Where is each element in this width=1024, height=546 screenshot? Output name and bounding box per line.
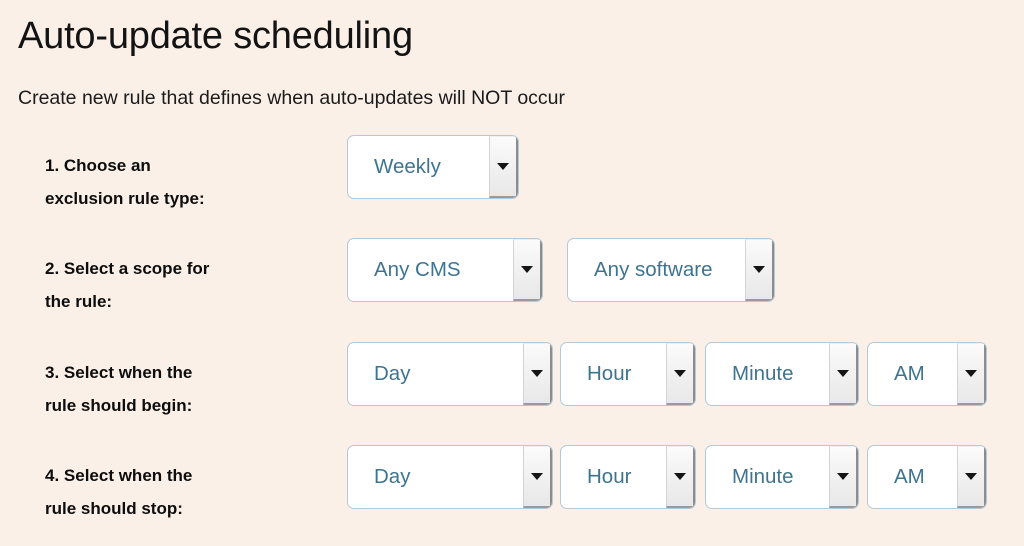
begin-hour-select-arrow-button[interactable] xyxy=(666,343,695,405)
stop-minute-select-value: Minute xyxy=(732,465,794,488)
begin-day-select-arrow-button[interactable] xyxy=(523,343,552,405)
begin-ampm-select[interactable]: AM xyxy=(867,342,987,406)
stop-hour-select[interactable]: Hour xyxy=(560,445,696,509)
begin-minute-select[interactable]: Minute xyxy=(705,342,859,406)
row-label-line-2: rule should begin: xyxy=(45,396,193,415)
row-label-line-1: 2. Select a scope for xyxy=(45,259,210,278)
row-label-line-2: the rule: xyxy=(45,292,113,311)
begin-day-select[interactable]: Day xyxy=(347,342,553,406)
rule-type-select[interactable]: Weekly xyxy=(347,135,519,199)
stop-hour-select-value: Hour xyxy=(587,465,632,488)
page-subtitle: Create new rule that defines when auto-u… xyxy=(18,87,566,109)
begin-ampm-select-arrow-button[interactable] xyxy=(957,343,986,405)
chevron-down-icon xyxy=(674,473,686,480)
chevron-down-icon xyxy=(837,473,849,480)
stop-minute-select-arrow-button[interactable] xyxy=(829,446,858,508)
row-label-line-1: 3. Select when the xyxy=(45,363,193,382)
row-label-rule-type: 1. Choose an exclusion rule type: xyxy=(45,149,335,215)
auto-update-scheduling-page: Auto-update scheduling Create new rule t… xyxy=(0,0,1024,546)
row-label-line-1: 1. Choose an xyxy=(45,156,151,175)
chevron-down-icon xyxy=(837,370,849,377)
begin-minute-select-arrow-button[interactable] xyxy=(829,343,858,405)
stop-ampm-select-value: AM xyxy=(894,465,925,488)
chevron-down-icon xyxy=(753,266,765,273)
stop-day-select-arrow-button[interactable] xyxy=(523,446,552,508)
scope-cms-select-value: Any CMS xyxy=(374,258,461,281)
chevron-down-icon xyxy=(497,163,509,170)
chevron-down-icon xyxy=(531,370,543,377)
stop-ampm-select-arrow-button[interactable] xyxy=(957,446,986,508)
row-label-scope: 2. Select a scope for the rule: xyxy=(45,252,335,318)
begin-hour-select[interactable]: Hour xyxy=(560,342,696,406)
stop-day-select-value: Day xyxy=(374,465,411,488)
chevron-down-icon xyxy=(674,370,686,377)
page-title: Auto-update scheduling xyxy=(18,15,413,57)
scope-cms-select-arrow-button[interactable] xyxy=(513,239,542,301)
row-label-line-2: rule should stop: xyxy=(45,499,183,518)
chevron-down-icon xyxy=(965,473,977,480)
begin-hour-select-value: Hour xyxy=(587,362,632,385)
row-label-line-1: 4. Select when the xyxy=(45,466,193,485)
row-label-line-2: exclusion rule type: xyxy=(45,189,205,208)
chevron-down-icon xyxy=(965,370,977,377)
begin-minute-select-value: Minute xyxy=(732,362,794,385)
row-label-stop-time: 4. Select when the rule should stop: xyxy=(45,459,335,525)
begin-day-select-value: Day xyxy=(374,362,411,385)
stop-minute-select[interactable]: Minute xyxy=(705,445,859,509)
rule-type-select-value: Weekly xyxy=(374,155,441,178)
begin-ampm-select-value: AM xyxy=(894,362,925,385)
scope-software-select-value: Any software xyxy=(594,258,713,281)
stop-ampm-select[interactable]: AM xyxy=(867,445,987,509)
rule-type-select-arrow-button[interactable] xyxy=(489,136,518,198)
row-label-begin-time: 3. Select when the rule should begin: xyxy=(45,356,335,422)
scope-software-select[interactable]: Any software xyxy=(567,238,775,302)
stop-hour-select-arrow-button[interactable] xyxy=(666,446,695,508)
chevron-down-icon xyxy=(531,473,543,480)
chevron-down-icon xyxy=(521,266,533,273)
stop-day-select[interactable]: Day xyxy=(347,445,553,509)
scope-software-select-arrow-button[interactable] xyxy=(745,239,774,301)
scope-cms-select[interactable]: Any CMS xyxy=(347,238,543,302)
